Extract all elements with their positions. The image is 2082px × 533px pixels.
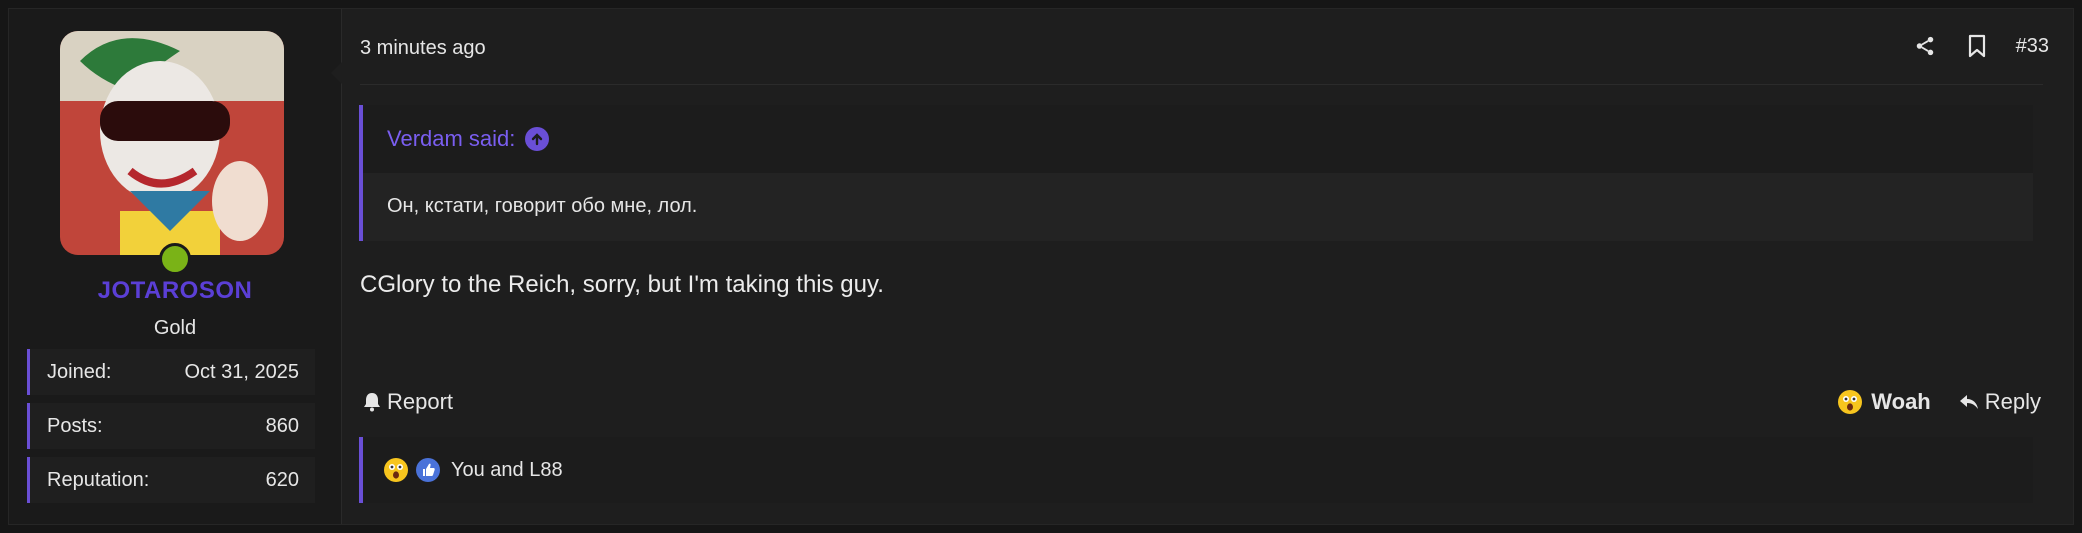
- stat-joined: Joined: Oct 31, 2025: [27, 349, 315, 395]
- user-title: Gold: [153, 317, 197, 339]
- avatar-wrap: [60, 31, 284, 275]
- reply-icon: [1959, 395, 1978, 409]
- post-number-link[interactable]: #33: [2016, 35, 2049, 58]
- reply-button[interactable]: Reply: [1959, 389, 2041, 415]
- avatar[interactable]: [60, 31, 284, 255]
- stat-value: Oct 31, 2025: [184, 360, 299, 383]
- username[interactable]: JOTAROSON: [9, 277, 341, 305]
- post-message: CGlory to the Reich, sorry, but I'm taki…: [360, 271, 884, 298]
- astonished-emoji-icon: [1838, 390, 1863, 414]
- stat-reputation: Reputation: 620: [27, 457, 315, 503]
- stat-label: Reputation:: [47, 468, 150, 491]
- stat-value: 860: [265, 414, 299, 437]
- post-header-actions: #33: [1912, 33, 2049, 59]
- react-label: Woah: [1871, 389, 1931, 414]
- astonished-emoji-icon: [384, 458, 408, 482]
- post-container: JOTAROSON Gold Joined: Oct 31, 2025 Post…: [8, 8, 2074, 525]
- react-button[interactable]: Woah: [1837, 389, 1931, 415]
- reply-label: Reply: [1984, 389, 2041, 414]
- like-thumbs-up-icon: [416, 458, 440, 482]
- quote-text: Он, кстати, говорит обо мне, лол.: [387, 195, 698, 217]
- stat-label: Joined:: [47, 360, 112, 383]
- stat-value: 620: [265, 468, 299, 491]
- reactions-bar[interactable]: You and L88: [359, 437, 2033, 503]
- report-label: Report: [387, 389, 454, 414]
- stat-posts: Posts: 860: [27, 403, 315, 449]
- bookmark-icon[interactable]: [1964, 33, 1990, 59]
- bell-icon: [364, 393, 380, 412]
- online-status-indicator: [159, 243, 191, 275]
- header-divider: [360, 84, 2043, 85]
- share-icon[interactable]: [1912, 33, 1938, 59]
- stat-label: Posts:: [47, 414, 103, 437]
- arrow-up-circle-icon[interactable]: [525, 127, 550, 151]
- post-pointer-arrow: [331, 59, 345, 87]
- quote-author-link[interactable]: Verdam said:: [387, 126, 515, 152]
- post-footer-actions: Woah Reply: [1837, 389, 2041, 415]
- quote-block: Verdam said: Он, кстати, говорит обо мне…: [359, 105, 2033, 241]
- quote-header: Verdam said:: [363, 105, 2033, 173]
- post-timestamp[interactable]: 3 minutes ago: [360, 37, 486, 60]
- user-column: JOTAROSON Gold Joined: Oct 31, 2025 Post…: [9, 9, 342, 524]
- reactions-list-text[interactable]: You and L88: [451, 459, 563, 482]
- report-button[interactable]: Report: [363, 389, 453, 415]
